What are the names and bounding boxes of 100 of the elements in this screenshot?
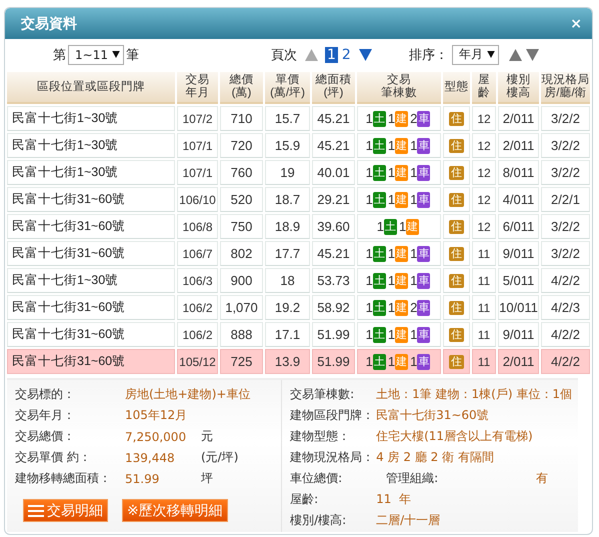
field-label: 樓別/樓高: <box>290 512 348 529</box>
table-cell: 6/011 <box>498 214 539 239</box>
column-header: 區段位置或區段門牌 <box>36 80 146 94</box>
column-header: 交易 <box>184 74 210 86</box>
column-header: 總面積 <box>314 74 352 86</box>
table-cell: 9/011 <box>498 322 539 347</box>
parking-tag: 車 <box>417 300 430 316</box>
sort-descending-icon[interactable] <box>526 48 539 60</box>
parking-tag: 車 <box>417 192 430 208</box>
type-tag: 住 <box>449 301 464 315</box>
caret-icon <box>487 51 495 58</box>
table-cell: 17.1 <box>265 322 310 347</box>
address-cell: 民富十七街1~30號 <box>7 160 175 185</box>
count-text: 2 <box>410 300 418 315</box>
table-cell: 520 <box>220 187 263 212</box>
table-cell: 107/1 <box>177 160 218 185</box>
address-cell: 民富十七街31~60號 <box>7 322 175 347</box>
building-tag: 建 <box>406 218 420 234</box>
type-tag: 住 <box>449 112 464 126</box>
unit-text: (元/坪) <box>201 449 238 466</box>
column-header: 齡 <box>477 87 491 100</box>
land-tag: 土 <box>372 326 386 342</box>
range-prefix: 第 <box>53 46 66 64</box>
type-tag: 住 <box>449 328 464 342</box>
table-cell: 12 <box>472 160 496 185</box>
count-text: 1 <box>388 192 396 207</box>
building-tag: 建 <box>395 246 408 262</box>
table-cell: 106/3 <box>177 268 218 293</box>
field-label: 建物現況格局： <box>290 449 376 466</box>
land-tag: 土 <box>372 246 386 262</box>
count-text: 1 <box>410 165 418 180</box>
table-cell: 106/8 <box>177 214 218 239</box>
count-text: 1 <box>410 327 418 342</box>
table-cell: 40.01 <box>312 160 355 185</box>
close-button[interactable]: × <box>570 16 582 32</box>
parking-tag: 車 <box>417 138 430 154</box>
count-text: 1 <box>366 354 373 369</box>
detail-button[interactable]: ※歷次移轉明細 <box>122 499 228 522</box>
count-text: 1 <box>366 165 373 180</box>
sort-ascending-icon[interactable] <box>509 48 522 60</box>
land-tag: 土 <box>372 110 386 126</box>
type-tag: 住 <box>449 247 464 261</box>
address-cell: 民富十七街1~30號 <box>7 133 175 158</box>
table-cell: 4/2/2 <box>541 349 590 374</box>
address-cell: 民富十七街31~60號 <box>7 295 175 320</box>
table-cell: 15.7 <box>265 106 310 131</box>
range-select[interactable]: 1~11 <box>68 44 124 64</box>
field-label: 管理組織: <box>386 470 440 487</box>
table-cell: 11 <box>472 268 496 293</box>
land-tag: 土 <box>372 164 386 180</box>
field-value: 139,448 <box>125 450 176 464</box>
table-cell: 2/011 <box>498 106 539 131</box>
table-cell: 45.21 <box>312 241 355 266</box>
table-cell: 3/2/2 <box>541 106 590 131</box>
next-page-icon[interactable] <box>358 48 372 60</box>
table-cell: 1,070 <box>220 295 263 320</box>
table-cell: 51.99 <box>312 322 355 347</box>
field-value: 二層/十一層 <box>376 512 440 529</box>
table-cell: 8/011 <box>498 160 539 185</box>
field-label: 交易筆棟數: <box>290 386 356 403</box>
sort-select[interactable]: 年月 <box>452 44 499 64</box>
page-link[interactable]: 1 <box>324 46 338 62</box>
table-cell: 11 <box>472 295 496 320</box>
count-text: 1 <box>366 246 373 261</box>
column-header: 樓別 <box>506 74 532 86</box>
table-cell: 11 <box>472 241 496 266</box>
count-text: 1 <box>410 273 418 288</box>
column-header: 型態 <box>444 80 470 94</box>
building-tag: 建 <box>395 326 408 342</box>
table-cell: 3/2/2 <box>541 214 590 239</box>
type-tag: 住 <box>449 355 464 369</box>
page-link[interactable]: 2 <box>340 46 353 62</box>
table-cell: 18 <box>265 268 310 293</box>
table-cell: 106/2 <box>177 295 218 320</box>
column-header: (坪) <box>322 87 344 100</box>
table-cell: 4/2/2 <box>541 268 590 293</box>
list-icon <box>28 504 44 516</box>
unit-text: 元 <box>201 428 213 445</box>
count-text: 1 <box>388 111 396 126</box>
field-value: 民富十七街31~60號 <box>376 407 489 424</box>
count-text: 1 <box>388 327 396 342</box>
table-cell: 45.21 <box>312 133 355 158</box>
table-cell: 39.60 <box>312 214 355 239</box>
count-text: 1 <box>388 246 396 261</box>
field-label: 交易單價 約： <box>15 449 92 466</box>
detail-button[interactable]: 交易明細 <box>23 499 108 522</box>
table-cell: 107/2 <box>177 106 218 131</box>
table-cell: 3/2/2 <box>541 133 590 158</box>
table-cell: 750 <box>220 214 263 239</box>
column-header: (萬/坪) <box>269 87 306 100</box>
count-text: 1 <box>410 246 418 261</box>
field-value: 105年12月 <box>125 407 188 424</box>
parking-tag: 車 <box>417 354 430 370</box>
count-text: 1 <box>388 300 396 315</box>
field-value: 11 年 <box>376 491 411 508</box>
table-cell: 5/011 <box>498 268 539 293</box>
count-text: 1 <box>388 273 396 288</box>
previous-page-icon[interactable] <box>304 48 318 60</box>
column-header: 現況格局 <box>541 74 590 86</box>
table-cell: 4/2/3 <box>541 295 590 320</box>
